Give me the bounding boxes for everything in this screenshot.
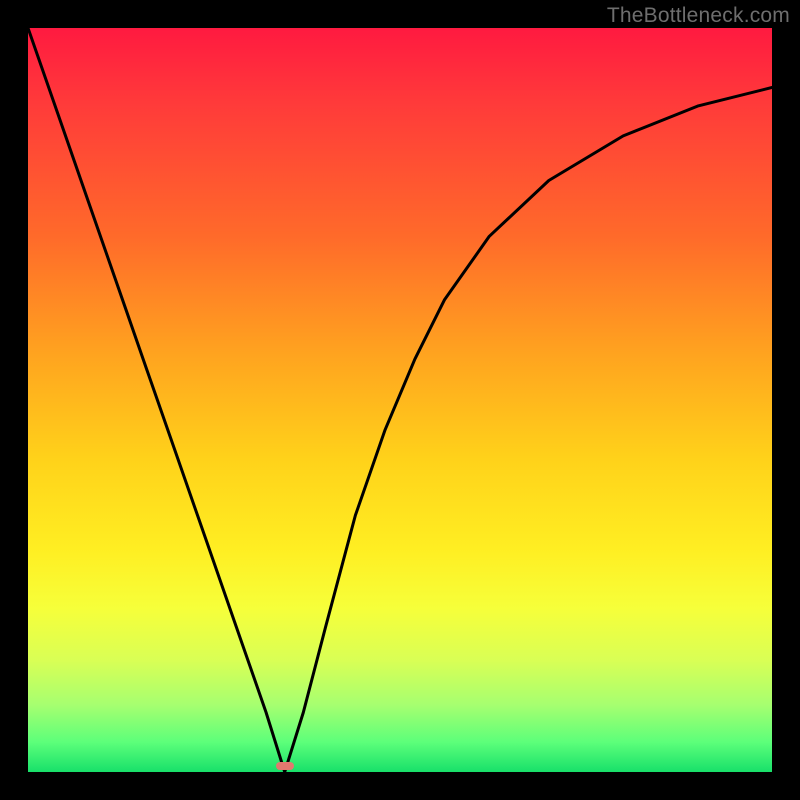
trough-marker <box>276 762 294 770</box>
bottleneck-curve <box>28 28 772 772</box>
chart-frame: TheBottleneck.com <box>0 0 800 800</box>
plot-area <box>28 28 772 772</box>
watermark-text: TheBottleneck.com <box>607 4 790 28</box>
curve-path <box>28 28 772 772</box>
